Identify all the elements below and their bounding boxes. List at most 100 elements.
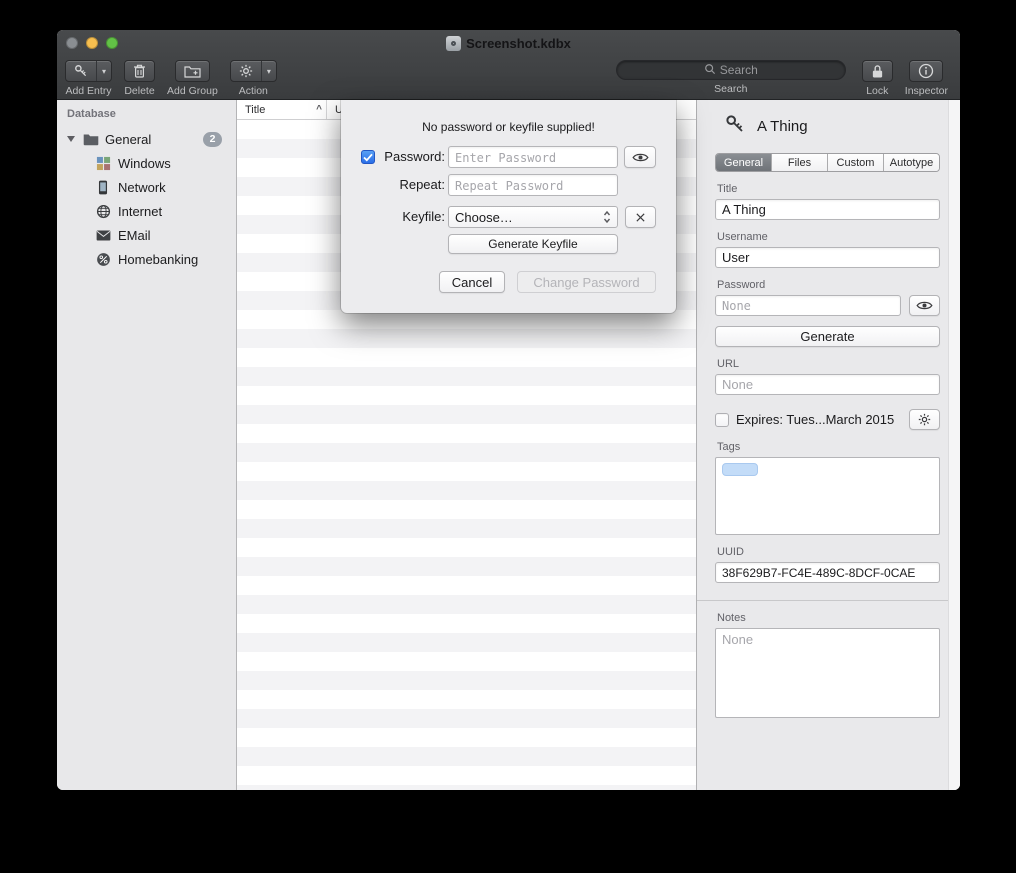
notes-label: Notes [717, 612, 940, 624]
document-icon [446, 36, 461, 51]
username-label: Username [717, 231, 940, 243]
group-label: Homebanking [118, 252, 198, 267]
show-password-button[interactable] [909, 295, 940, 316]
password-checkbox[interactable] [361, 150, 375, 164]
dialog-password-input[interactable] [448, 146, 618, 168]
url-field[interactable] [715, 374, 940, 395]
folder-icon [83, 131, 99, 147]
sidebar-item-internet[interactable]: Internet [57, 199, 236, 223]
delete-label: Delete [124, 85, 154, 97]
titlebar[interactable]: Screenshot.kdbx [57, 30, 960, 56]
title-label: Title [717, 183, 940, 195]
device-icon [95, 179, 111, 195]
dialog-message: No password or keyfile supplied! [341, 120, 676, 134]
tab-autotype[interactable]: Autotype [884, 154, 939, 171]
close-button[interactable] [66, 37, 78, 49]
zoom-button[interactable] [106, 37, 118, 49]
keyfile-popup[interactable]: Choose… [448, 206, 618, 228]
macpass-window: Screenshot.kdbx ▾ Add Entry [57, 30, 960, 790]
group-sidebar: Database General 2 Windows Network [57, 100, 237, 790]
tab-custom[interactable]: Custom [828, 154, 884, 171]
delete-button[interactable] [124, 60, 155, 82]
lock-button[interactable] [862, 60, 893, 82]
uuid-field[interactable] [715, 562, 940, 583]
add-group-label: Add Group [167, 85, 218, 97]
eye-icon [632, 152, 649, 163]
close-icon [635, 212, 646, 223]
sidebar-item-network[interactable]: Network [57, 175, 236, 199]
change-password-button[interactable]: Change Password [517, 271, 656, 293]
clear-keyfile-button[interactable] [625, 206, 656, 228]
add-group-button[interactable] [175, 60, 210, 82]
password-label: Password [717, 279, 940, 291]
lock-icon [863, 61, 892, 81]
coin-percent-icon [95, 251, 111, 267]
disclosure-triangle-icon[interactable] [67, 136, 75, 142]
inspector-label: Inspector [905, 85, 948, 97]
dialog-repeat-input[interactable] [448, 174, 618, 196]
column-title-label: Title [245, 104, 265, 116]
column-header-title[interactable]: Title ^ [237, 100, 327, 119]
info-icon [910, 61, 942, 81]
expires-checkbox[interactable] [715, 413, 729, 427]
window-chrome: Screenshot.kdbx ▾ Add Entry [57, 30, 960, 100]
group-label: EMail [118, 228, 151, 243]
windows-icon [95, 155, 111, 171]
sidebar-item-windows[interactable]: Windows [57, 151, 236, 175]
folder-plus-icon [176, 61, 209, 81]
group-label: Internet [118, 204, 162, 219]
dialog-keyfile-label: Keyfile: [379, 206, 445, 228]
password-field[interactable] [715, 295, 901, 316]
inspector-scrollbar[interactable] [948, 100, 960, 790]
sidebar-section-header: Database [67, 108, 236, 120]
title-field[interactable] [715, 199, 940, 220]
uuid-label: UUID [717, 546, 940, 558]
lock-label: Lock [866, 85, 888, 97]
sort-indicator: ^ [316, 104, 322, 115]
tab-general[interactable]: General [716, 154, 772, 171]
action-button[interactable]: ▾ [230, 60, 277, 82]
gear-icon [231, 61, 261, 81]
notes-field[interactable]: None [715, 628, 940, 718]
envelope-icon [95, 227, 111, 243]
sidebar-item-homebanking[interactable]: Homebanking [57, 247, 236, 271]
username-field[interactable] [715, 247, 940, 268]
dialog-repeat-label: Repeat: [379, 174, 445, 196]
add-entry-button[interactable]: ▾ [65, 60, 112, 82]
key-plus-icon [66, 61, 96, 81]
cancel-button[interactable]: Cancel [439, 271, 505, 293]
sidebar-item-general[interactable]: General 2 [57, 127, 236, 151]
dialog-show-password-button[interactable] [624, 146, 656, 168]
traffic-lights [66, 37, 118, 49]
group-label: Network [118, 180, 166, 195]
generate-keyfile-button[interactable]: Generate Keyfile [448, 234, 618, 254]
tags-field[interactable] [715, 457, 940, 535]
search-input[interactable] [617, 61, 845, 79]
tag-chip[interactable] [722, 463, 758, 476]
trash-icon [125, 61, 154, 81]
check-icon [363, 153, 373, 162]
section-divider [697, 600, 948, 601]
globe-icon [95, 203, 111, 219]
group-label: Windows [118, 156, 171, 171]
entry-title: A Thing [757, 118, 808, 135]
gear-icon [918, 413, 931, 426]
expires-label: Expires: Tues...March 2015 [736, 412, 902, 427]
dialog-password-label: Password: [379, 146, 445, 168]
keyfile-popup-value: Choose… [455, 210, 513, 225]
sidebar-item-email[interactable]: EMail [57, 223, 236, 247]
action-dropdown[interactable]: ▾ [261, 61, 276, 81]
expires-settings-button[interactable] [909, 409, 940, 430]
tab-files[interactable]: Files [772, 154, 828, 171]
notes-placeholder: None [722, 632, 753, 647]
add-entry-dropdown[interactable]: ▾ [96, 61, 111, 81]
search-field[interactable]: Search [616, 60, 846, 80]
toolbar: ▾ Add Entry Delete Add Group [57, 56, 960, 100]
url-label: URL [717, 358, 940, 370]
password-dialog: No password or keyfile supplied! Passwor… [341, 100, 676, 313]
inspector-button[interactable] [909, 60, 943, 82]
minimize-button[interactable] [86, 37, 98, 49]
group-label: General [105, 132, 151, 147]
generate-password-button[interactable]: Generate [715, 326, 940, 347]
key-icon [725, 114, 745, 138]
